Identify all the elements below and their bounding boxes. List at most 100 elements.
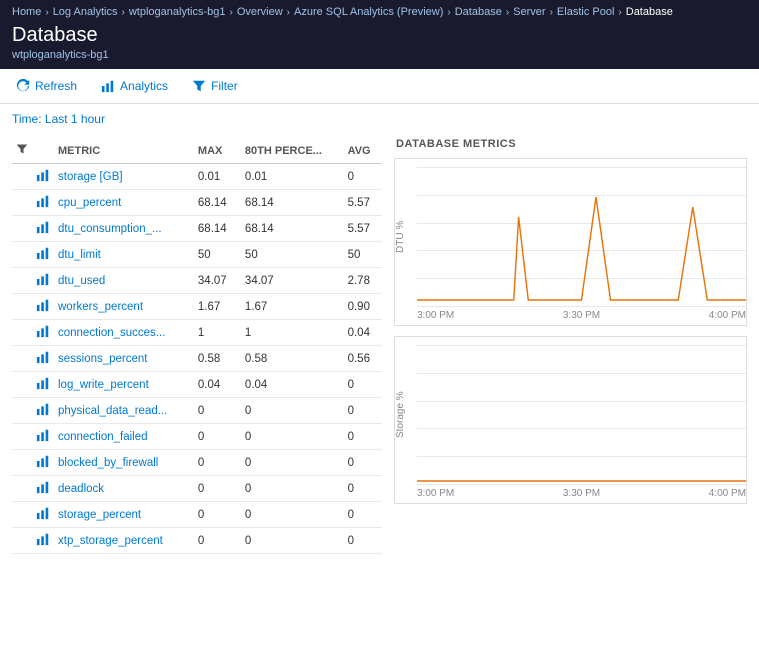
breadcrumb-elastic-pool[interactable]: Elastic Pool bbox=[557, 6, 614, 18]
row-avg: 0 bbox=[342, 372, 382, 398]
row-max: 0.58 bbox=[192, 346, 239, 372]
row-icon-cell bbox=[32, 294, 52, 320]
row-metric: connection_failed bbox=[52, 424, 192, 450]
table-row[interactable]: xtp_storage_percent000 bbox=[12, 528, 382, 554]
chart2-area: 100 80 60 40 20 bbox=[417, 345, 746, 485]
refresh-button[interactable]: Refresh bbox=[12, 77, 81, 95]
row-filter-cell bbox=[12, 528, 32, 554]
row-filter-cell bbox=[12, 476, 32, 502]
breadcrumb-server[interactable]: Server bbox=[513, 6, 545, 18]
row-filter-cell bbox=[12, 372, 32, 398]
row-avg: 0 bbox=[342, 164, 382, 190]
table-row[interactable]: cpu_percent68.1468.145.57 bbox=[12, 190, 382, 216]
row-max: 0 bbox=[192, 476, 239, 502]
table-row[interactable]: storage_percent000 bbox=[12, 502, 382, 528]
row-metric: cpu_percent bbox=[52, 190, 192, 216]
col-header-avg: AVG bbox=[342, 138, 382, 164]
row-filter-cell bbox=[12, 268, 32, 294]
row-icon-cell bbox=[32, 424, 52, 450]
row-avg: 0.04 bbox=[342, 320, 382, 346]
table-filter-icon[interactable] bbox=[16, 143, 28, 155]
table-row[interactable]: connection_failed000 bbox=[12, 424, 382, 450]
row-p80: 50 bbox=[239, 242, 342, 268]
row-p80: 0 bbox=[239, 424, 342, 450]
breadcrumb-sql-analytics[interactable]: Azure SQL Analytics (Preview) bbox=[294, 6, 443, 18]
table-row[interactable]: physical_data_read...000 bbox=[12, 398, 382, 424]
row-avg: 0 bbox=[342, 424, 382, 450]
col-header-metric: METRIC bbox=[52, 138, 192, 164]
row-icon-cell bbox=[32, 502, 52, 528]
col-header-p80: 80TH PERCE... bbox=[239, 138, 342, 164]
row-max: 0 bbox=[192, 398, 239, 424]
breadcrumb-home[interactable]: Home bbox=[12, 6, 41, 18]
row-p80: 0 bbox=[239, 398, 342, 424]
row-filter-cell bbox=[12, 502, 32, 528]
table-row[interactable]: workers_percent1.671.670.90 bbox=[12, 294, 382, 320]
breadcrumb-database[interactable]: Database bbox=[455, 6, 502, 18]
row-metric: dtu_used bbox=[52, 268, 192, 294]
storage-chart: Storage % 100 80 60 40 20 bbox=[394, 336, 747, 504]
table-row[interactable]: log_write_percent0.040.040 bbox=[12, 372, 382, 398]
row-avg: 0.90 bbox=[342, 294, 382, 320]
row-icon-cell bbox=[32, 320, 52, 346]
bar-chart-icon bbox=[36, 454, 50, 468]
bar-chart-icon bbox=[36, 506, 50, 520]
row-max: 50 bbox=[192, 242, 239, 268]
row-max: 0 bbox=[192, 450, 239, 476]
row-filter-cell bbox=[12, 424, 32, 450]
row-avg: 0.56 bbox=[342, 346, 382, 372]
breadcrumb: Home › Log Analytics › wtploganalytics-b… bbox=[12, 0, 747, 20]
row-filter-cell bbox=[12, 164, 32, 190]
table-row[interactable]: connection_succes...110.04 bbox=[12, 320, 382, 346]
bar-chart-icon bbox=[36, 168, 50, 182]
row-metric: sessions_percent bbox=[52, 346, 192, 372]
bar-chart-icon bbox=[36, 324, 50, 338]
bar-chart-icon bbox=[36, 350, 50, 364]
filter-button[interactable]: Filter bbox=[188, 77, 242, 95]
row-avg: 0 bbox=[342, 476, 382, 502]
row-filter-cell bbox=[12, 450, 32, 476]
breadcrumb-workspace[interactable]: wtploganalytics-bg1 bbox=[129, 6, 226, 18]
table-row[interactable]: dtu_used34.0734.072.78 bbox=[12, 268, 382, 294]
time-filter-bar: Time: Last 1 hour bbox=[0, 104, 759, 130]
row-filter-cell bbox=[12, 294, 32, 320]
table-header-row: METRIC MAX 80TH PERCE... AVG bbox=[12, 138, 382, 164]
row-p80: 0 bbox=[239, 450, 342, 476]
header: Home › Log Analytics › wtploganalytics-b… bbox=[0, 0, 759, 69]
row-max: 0 bbox=[192, 528, 239, 554]
row-avg: 0 bbox=[342, 528, 382, 554]
bar-chart-icon bbox=[36, 532, 50, 546]
row-p80: 0 bbox=[239, 476, 342, 502]
row-p80: 68.14 bbox=[239, 190, 342, 216]
chart2-svg bbox=[417, 345, 746, 485]
row-max: 0.04 bbox=[192, 372, 239, 398]
row-p80: 1.67 bbox=[239, 294, 342, 320]
row-p80: 0 bbox=[239, 502, 342, 528]
time-value[interactable]: Last 1 hour bbox=[45, 112, 105, 126]
table-row[interactable]: storage [GB]0.010.010 bbox=[12, 164, 382, 190]
bar-chart-icon bbox=[36, 376, 50, 390]
row-metric: deadlock bbox=[52, 476, 192, 502]
breadcrumb-overview[interactable]: Overview bbox=[237, 6, 283, 18]
table-row[interactable]: blocked_by_firewall000 bbox=[12, 450, 382, 476]
row-max: 68.14 bbox=[192, 216, 239, 242]
row-max: 0.01 bbox=[192, 164, 239, 190]
row-p80: 0.04 bbox=[239, 372, 342, 398]
row-max: 0 bbox=[192, 502, 239, 528]
bar-chart-icon bbox=[36, 220, 50, 234]
row-metric: physical_data_read... bbox=[52, 398, 192, 424]
table-row[interactable]: deadlock000 bbox=[12, 476, 382, 502]
row-icon-cell bbox=[32, 242, 52, 268]
table-row[interactable]: sessions_percent0.580.580.56 bbox=[12, 346, 382, 372]
row-icon-cell bbox=[32, 346, 52, 372]
breadcrumb-log-analytics[interactable]: Log Analytics bbox=[53, 6, 118, 18]
table-row[interactable]: dtu_consumption_...68.1468.145.57 bbox=[12, 216, 382, 242]
toolbar: Refresh Analytics Filter bbox=[0, 69, 759, 104]
time-label: Time: bbox=[12, 112, 42, 126]
row-filter-cell bbox=[12, 346, 32, 372]
table-row[interactable]: dtu_limit505050 bbox=[12, 242, 382, 268]
chart-section-title: DATABASE METRICS bbox=[394, 138, 747, 150]
analytics-button[interactable]: Analytics bbox=[97, 77, 172, 95]
row-filter-cell bbox=[12, 242, 32, 268]
row-icon-cell bbox=[32, 476, 52, 502]
